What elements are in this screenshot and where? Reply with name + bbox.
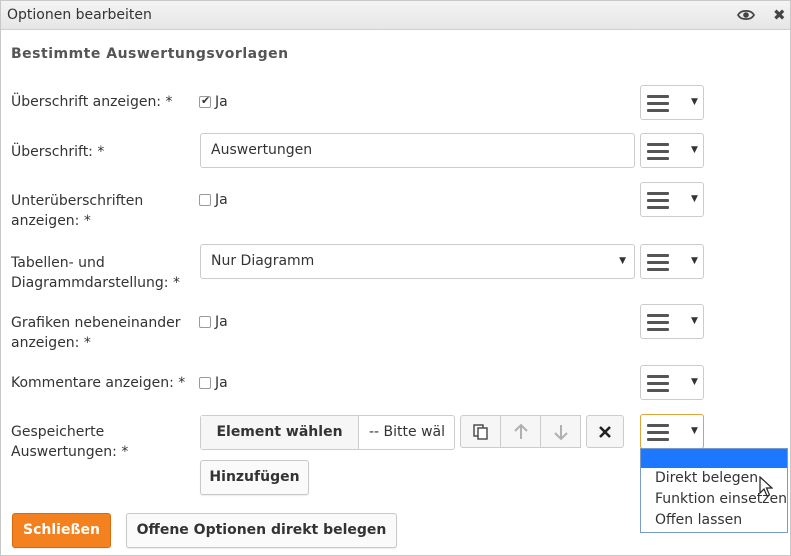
option-menu-button[interactable]: ▼ (640, 244, 704, 279)
display-mode-value: Nur Diagramm (211, 253, 315, 269)
section-title: Bestimmte Auswertungsvorlagen (11, 46, 289, 62)
close-icon[interactable]: ✖ (773, 6, 786, 24)
add-button[interactable]: Hinzufügen (200, 460, 309, 495)
option-menu-button[interactable]: ▼ (640, 182, 704, 217)
checkbox-label: Ja (215, 375, 228, 391)
option-menu-button[interactable]: ▼ (640, 133, 704, 168)
heading-input[interactable]: Auswertungen (200, 133, 635, 168)
display-mode-label: Tabellen- und Diagrammdarstellung: * (11, 255, 180, 291)
option-menu-button[interactable]: ▼ (640, 304, 704, 339)
checkbox-unchecked[interactable] (199, 377, 211, 389)
hamburger-icon (647, 143, 669, 160)
eye-icon[interactable] (737, 8, 755, 22)
dialog-titlebar: Optionen bearbeiten ✖ (1, 1, 790, 30)
option-menu-button[interactable]: ▼ (640, 365, 704, 400)
saved-reports-label: Gespeicherte Auswertungen: * (11, 424, 129, 460)
heading-label: Überschrift: * (11, 144, 105, 160)
option-menu-button[interactable]: ▼ (640, 85, 704, 120)
element-select-group: Element wählen -- Bitte wäl (200, 415, 455, 450)
caret-down-icon: ▼ (619, 256, 626, 266)
show-subheadings-checkbox[interactable]: Ja (199, 192, 228, 208)
assign-open-options-button[interactable]: Offene Optionen direkt belegen (126, 513, 397, 548)
hamburger-icon (647, 254, 669, 271)
hamburger-icon (647, 95, 669, 112)
checkbox-checked[interactable] (199, 94, 211, 108)
show-heading-checkbox[interactable]: Ja (199, 94, 228, 110)
show-comments-checkbox[interactable]: Ja (199, 375, 228, 391)
caret-down-icon: ▼ (691, 97, 698, 107)
dropdown-option-empty-highlighted[interactable] (641, 449, 787, 468)
checkbox-label: Ja (215, 314, 228, 330)
caret-down-icon: ▼ (691, 145, 698, 155)
arrow-down-icon[interactable] (540, 415, 581, 448)
caret-down-icon: ▼ (691, 377, 698, 387)
options-dialog: Optionen bearbeiten ✖ Bestimmte Auswertu… (0, 0, 791, 556)
show-subheadings-label: Unterüberschriften anzeigen: * (11, 193, 144, 229)
dialog-title: Optionen bearbeiten (7, 7, 152, 23)
copy-icon[interactable] (460, 415, 501, 448)
hamburger-icon (647, 192, 669, 209)
graphics-side-by-side-checkbox[interactable]: Ja (199, 314, 228, 330)
hamburger-icon (647, 375, 669, 392)
element-toolbar (460, 415, 624, 448)
mouse-cursor-icon (759, 476, 773, 497)
close-button[interactable]: Schließen (12, 513, 111, 548)
show-comments-label: Kommentare anzeigen: * (11, 375, 186, 391)
display-mode-select[interactable]: Nur Diagramm ▼ (200, 244, 635, 279)
caret-down-icon: ▼ (691, 194, 698, 204)
dropdown-option-direct-assign[interactable]: Direkt belegen (655, 470, 758, 486)
option-menu-button-open[interactable]: ▼ (640, 414, 704, 449)
hamburger-icon (647, 424, 669, 441)
delete-icon[interactable] (586, 415, 624, 448)
show-heading-label: Überschrift anzeigen: * (11, 94, 173, 110)
arrow-up-icon[interactable] (500, 415, 541, 448)
checkbox-label: Ja (215, 94, 228, 110)
element-select-value[interactable]: -- Bitte wäl (369, 416, 454, 449)
caret-down-icon: ▼ (691, 316, 698, 326)
checkbox-label: Ja (215, 192, 228, 208)
dropdown-option-leave-open[interactable]: Offen lassen (655, 512, 742, 528)
select-element-button[interactable]: Element wählen (201, 416, 359, 449)
hamburger-icon (647, 314, 669, 331)
caret-down-icon: ▼ (691, 426, 698, 436)
caret-down-icon: ▼ (691, 256, 698, 266)
checkbox-unchecked[interactable] (199, 194, 211, 206)
graphics-side-by-side-label: Grafiken nebeneinander anzeigen: * (11, 315, 181, 351)
checkbox-unchecked[interactable] (199, 316, 211, 328)
